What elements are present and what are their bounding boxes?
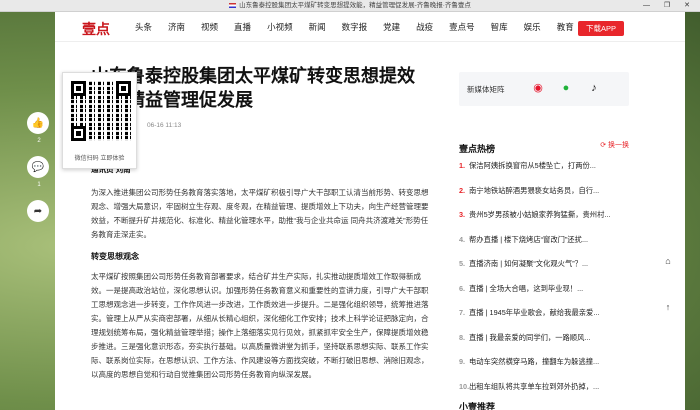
- hot-list-item[interactable]: 1. 保洁阿姨拆换窗帘从5楼坠亡，打两份...: [459, 160, 629, 185]
- switch-label: 换一换: [608, 142, 629, 149]
- nav-item[interactable]: 娱乐: [524, 12, 541, 42]
- share-icon[interactable]: ➦: [27, 200, 49, 222]
- article-body: 为深入推进集团公司形势任务教育落实落地，太平煤矿积极引导广大干部职工认清当前形势…: [91, 186, 431, 382]
- hot-rank: 5.: [459, 259, 466, 268]
- hot-rank: 4.: [459, 234, 466, 244]
- hot-list-item[interactable]: 4. 帮办直播 | 楼下烧烤店“窗改门”还扰...: [459, 234, 629, 259]
- qr-caption: 微信扫码 立即体验: [74, 156, 125, 162]
- hot-item-title: 直播 | 全场大合唱，这到毕业现！...: [469, 283, 584, 293]
- article-paragraph: 为深入推进集团公司形势任务教育落实落地，太平煤矿积极引导广大干部职工认清当前形势…: [91, 188, 429, 239]
- nav-item[interactable]: 智库: [491, 12, 508, 42]
- flag-icon: [229, 3, 237, 8]
- hot-rank: 6.: [459, 283, 466, 293]
- qr-code-card: 微信扫码 立即体验: [62, 72, 137, 169]
- hot-list-item[interactable]: 2. 南宁地铁站醉酒男猥亵女站务员，自行...: [459, 185, 629, 210]
- hot-rank: 3.: [459, 210, 466, 219]
- nav-item[interactable]: 教育: [557, 12, 574, 42]
- site-logo[interactable]: 壹点: [82, 19, 110, 39]
- top-label: 顶部: [661, 323, 674, 329]
- hot-item-title: 帮办直播 | 楼下烧烤店“窗改门”还扰...: [469, 234, 589, 244]
- hot-list-item[interactable]: 6. 直播 | 全场大合唱，这到毕业现！...: [459, 283, 629, 308]
- window-controls[interactable]: — ❐ ✕: [643, 1, 696, 11]
- article-title: 山东鲁泰控股集团太平煤矿转变思想提效能，精益管理促发展: [91, 66, 415, 110]
- nav-item[interactable]: 视频: [201, 12, 218, 42]
- action-count: 1: [37, 182, 41, 188]
- hot-list-title: 壹点热榜: [459, 144, 496, 154]
- hot-list-item[interactable]: 7. 直播 | 1945年毕业歌会，献给我最亲爱...: [459, 307, 629, 332]
- comment-icon[interactable]: 💬: [27, 156, 49, 178]
- hot-item-title: 保洁阿姨拆换窗帘从5楼坠亡，打两份...: [469, 161, 596, 170]
- hot-rank: 1.: [459, 161, 466, 170]
- article-actions: 👍 2 💬 1 ➦: [27, 112, 51, 234]
- nav-menu: 头条济南视频直播小视频新闻数字报党建战疫壹点号智库娱乐教育更多: [135, 12, 623, 42]
- sidebar-media: 新媒体矩阵 ◉ ● ♪: [459, 72, 629, 106]
- hot-rank: 9.: [459, 357, 466, 366]
- recommend-title: 小壹推荐: [459, 402, 496, 410]
- top-nav: 壹点 头条济南视频直播小视频新闻数字报党建战疫壹点号智库娱乐教育更多 下载APP: [55, 12, 685, 42]
- hot-rank: 2.: [459, 185, 466, 195]
- hot-list: 1. 保洁阿姨拆换窗帘从5楼坠亡，打两份... 2. 南宁地铁站醉酒男猥亵女站务员，自…: [459, 160, 629, 405]
- web-page: 壹点 头条济南视频直播小视频新闻数字报党建战疫壹点号智库娱乐教育更多 下载APP…: [55, 12, 685, 410]
- hot-item-title: 贵州5岁男孩被小姑娘家养狗猛撕，贵州村...: [469, 210, 611, 219]
- douyin-icon[interactable]: ♪: [587, 81, 601, 95]
- qr-code: [71, 81, 131, 141]
- home-icon[interactable]: ⌂: [657, 250, 679, 272]
- media-matrix-label: 新媒体矩阵: [467, 85, 505, 94]
- thumb-up-icon[interactable]: 👍: [27, 112, 49, 134]
- hot-list-item[interactable]: 5. 直播济南 | 如何凝聚“文化观火气”？...: [459, 258, 629, 283]
- wechat-icon[interactable]: ●: [559, 81, 573, 95]
- weibo-icon[interactable]: ◉: [531, 81, 545, 95]
- action-count: 2: [37, 138, 41, 144]
- hot-rank: 8.: [459, 332, 466, 342]
- nav-item[interactable]: 数字报: [342, 12, 368, 42]
- nav-item[interactable]: 直播: [234, 12, 251, 42]
- hot-item-title: 直播 | 我最亲爱的同学们，一路顺风...: [469, 332, 591, 342]
- hot-item-title: 南宁地铁站醉酒男猥亵女站务员，自行...: [469, 185, 600, 195]
- hot-list-header: 壹点热榜 ⟳ 换一换: [459, 139, 629, 157]
- hot-rank: 7.: [459, 308, 466, 317]
- nav-item[interactable]: 战疫: [416, 12, 433, 42]
- nav-item[interactable]: 小视频: [267, 12, 293, 42]
- nav-item[interactable]: 党建: [383, 12, 400, 42]
- article-paragraph: 太平煤矿按照集团公司形势任务教育部署要求，结合矿井生产实际，扎实推动提质增效工作…: [91, 272, 429, 379]
- section-heading: 转变思想观念: [91, 252, 139, 261]
- hot-list-item[interactable]: 8. 直播 | 我最亲爱的同学们，一路顺风...: [459, 332, 629, 357]
- window-title: 山东鲁泰控股集团太平煤矿转变思想提效能，精益管理促发展-齐鲁晚报·齐鲁壹点: [239, 2, 471, 9]
- nav-item[interactable]: 头条: [135, 12, 152, 42]
- media-matrix: 新媒体矩阵 ◉ ● ♪: [459, 72, 629, 106]
- hot-item-title: 直播 | 1945年毕业歌会，献给我最亲爱...: [469, 308, 600, 317]
- article-time: 06-16 11:13: [147, 122, 182, 129]
- nav-item[interactable]: 壹点号: [449, 12, 475, 42]
- home-float[interactable]: ⌂ 首页: [655, 250, 681, 283]
- hot-item-title: 电动车突然横穿马路，撞翻车为躲逃撞...: [469, 357, 600, 366]
- refresh-icon: ⟳: [600, 142, 608, 149]
- hot-list-item[interactable]: 3. 贵州5岁男孩被小姑娘家养狗猛撕，贵州村...: [459, 209, 629, 234]
- arrow-up-icon[interactable]: ↑: [657, 296, 679, 318]
- nav-item[interactable]: 新闻: [309, 12, 326, 42]
- download-app-button[interactable]: 下载APP: [578, 21, 624, 36]
- back-to-top-float[interactable]: ↑ 顶部: [655, 296, 681, 329]
- hot-item-title: 直播济南 | 如何凝聚“文化观火气”？...: [469, 259, 589, 268]
- nav-item[interactable]: 济南: [168, 12, 185, 42]
- hot-list-item[interactable]: 9. 电动车突然横穿马路，撞翻车为躲逃撞...: [459, 356, 629, 381]
- home-label: 首页: [661, 277, 674, 283]
- switch-button[interactable]: ⟳ 换一换: [600, 140, 629, 150]
- window-titlebar: 山东鲁泰控股集团太平煤矿转变思想提效能，精益管理促发展-齐鲁晚报·齐鲁壹点 — …: [0, 0, 700, 12]
